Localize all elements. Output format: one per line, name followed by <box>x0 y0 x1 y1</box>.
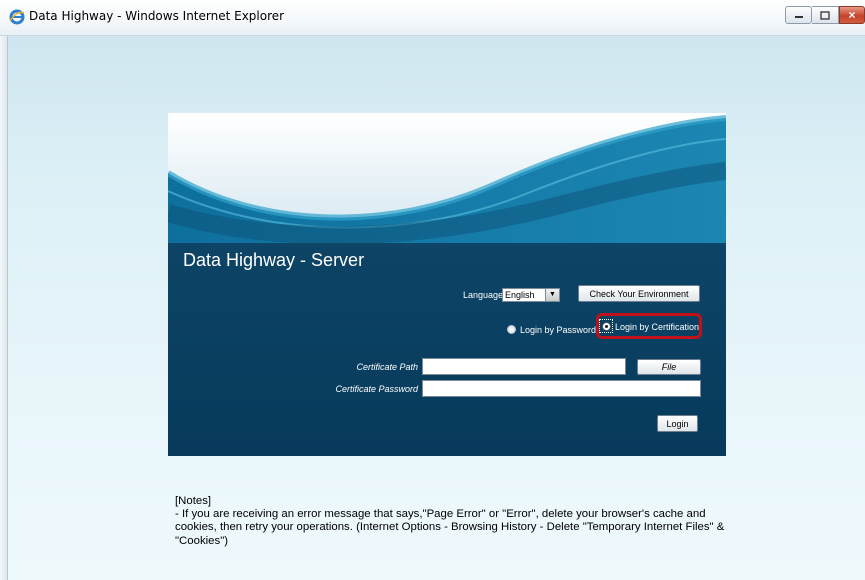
server-title: Data Highway - Server <box>183 250 365 270</box>
header-wave-graphic <box>168 113 726 243</box>
maximize-icon <box>820 10 830 20</box>
notes-text: - If you are receiving an error message … <box>175 508 725 547</box>
login-by-certification-radio[interactable] <box>602 322 611 331</box>
file-button[interactable]: File <box>637 359 701 375</box>
dropdown-arrow-icon: ▼ <box>545 289 559 301</box>
browser-content: Data Highway - Server Language English ▼… <box>8 36 865 580</box>
language-value: English <box>505 290 535 300</box>
login-by-certification-label: Login by Certification <box>615 322 700 332</box>
language-label: Language <box>463 290 504 300</box>
language-select[interactable]: English ▼ <box>502 288 560 302</box>
window-title: Data Highway - Windows Internet Explorer <box>29 9 285 23</box>
notes-heading: [Notes] <box>175 495 212 507</box>
minimize-icon <box>794 16 803 18</box>
window-left-border <box>0 36 8 580</box>
login-by-password-radio[interactable] <box>507 325 516 334</box>
maximize-button[interactable] <box>812 6 839 24</box>
certificate-password-label: Certificate Password <box>335 384 418 394</box>
close-icon: × <box>848 8 856 22</box>
login-by-password-label: Login by Password <box>520 325 597 335</box>
login-panel: Data Highway - Server Language English ▼… <box>168 113 726 456</box>
notes-section: [Notes] - If you are receiving an error … <box>175 495 735 548</box>
close-button[interactable]: × <box>839 6 865 24</box>
certificate-password-input[interactable] <box>422 380 701 397</box>
login-button[interactable]: Login <box>657 415 698 432</box>
window-titlebar: Data Highway - Windows Internet Explorer… <box>0 0 865 36</box>
certificate-path-input[interactable] <box>422 358 626 375</box>
minimize-button[interactable] <box>785 6 812 24</box>
check-environment-button[interactable]: Check Your Environment <box>578 285 700 302</box>
ie-logo-icon <box>9 9 25 25</box>
certificate-path-label: Certificate Path <box>356 362 418 372</box>
